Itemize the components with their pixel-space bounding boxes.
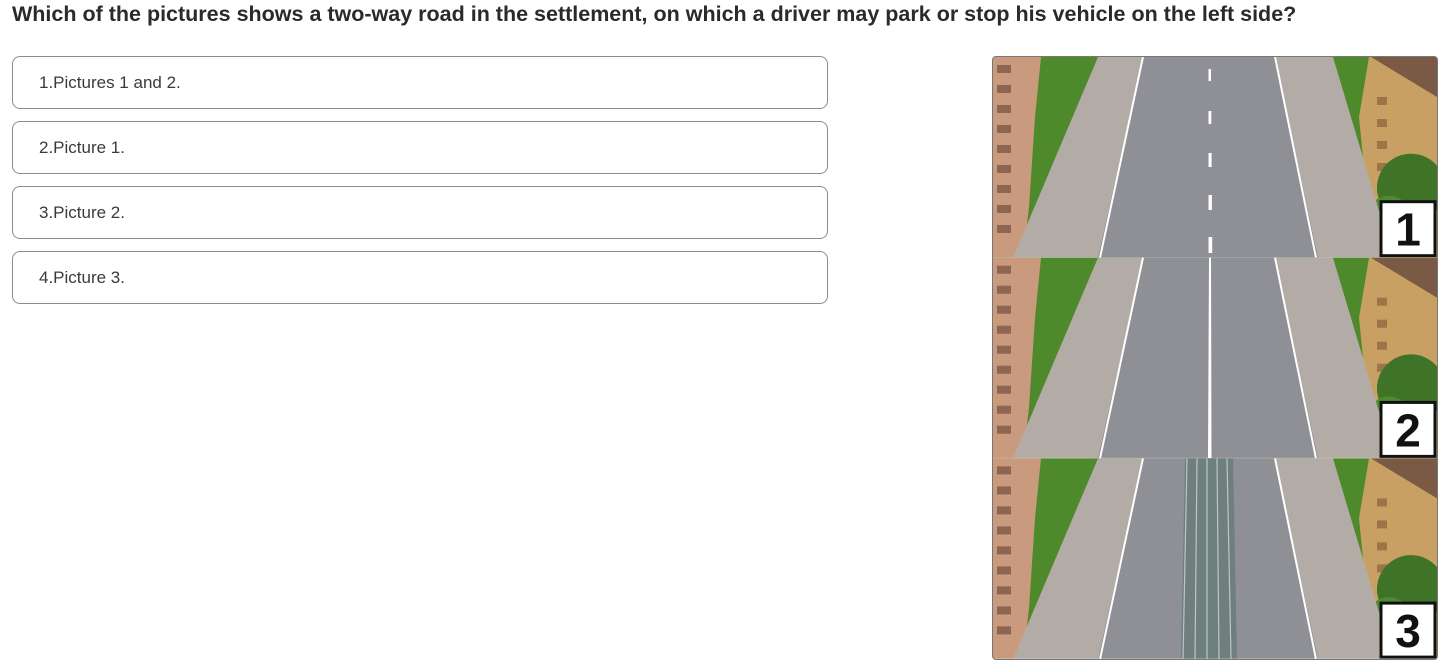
building-window [1377,319,1387,328]
building-window [997,105,1011,113]
answer-option-3[interactable]: 3.Picture 2. [12,186,828,239]
building-window [997,526,1011,535]
building-window [997,85,1011,93]
center-dash [1208,111,1212,124]
panel-number-label: 3 [1395,605,1421,657]
building-window [1377,498,1387,507]
building-window [997,365,1011,374]
building-window [997,405,1011,414]
center-dash [1208,153,1212,167]
panel-number-label: 1 [1395,204,1421,256]
road-panel-2: 2 [993,257,1437,459]
road-illustration-svg: 1 2 3 [993,57,1437,659]
answer-list: 1.Pictures 1 and 2. 2.Picture 1. 3.Pictu… [12,56,828,316]
building-window [997,225,1011,233]
building-window [997,385,1011,394]
building-window [997,325,1011,334]
center-dash [1208,69,1211,81]
road-panel-1: 1 [993,57,1437,259]
building-window [997,125,1011,133]
center-dash [1208,195,1212,210]
question-text: Which of the pictures shows a two-way ro… [12,2,1297,26]
building-window [1377,97,1387,105]
building-window [997,65,1011,73]
building-window [997,506,1011,515]
building-window [997,165,1011,173]
building-window [997,425,1011,434]
building-window [1377,297,1387,306]
building-window [997,626,1011,635]
building-window [997,466,1011,475]
building-window [997,145,1011,153]
building-window [997,586,1011,595]
building-window [997,345,1011,354]
building-window [997,305,1011,314]
building-window [997,606,1011,615]
building-window [997,185,1011,193]
building-window [1377,520,1387,529]
building-window [997,205,1011,213]
building-window [1377,542,1387,551]
building-window [997,285,1011,294]
answer-option-1[interactable]: 1.Pictures 1 and 2. [12,56,828,109]
road-illustration: 1 2 3 [992,56,1438,660]
answer-option-4[interactable]: 4.Picture 3. [12,251,828,304]
building-window [1377,119,1387,127]
answer-option-2[interactable]: 2.Picture 1. [12,121,828,174]
building-window [1377,341,1387,350]
building-window [1377,141,1387,149]
building-window [997,566,1011,575]
center-dash [1208,237,1213,253]
building-window [997,265,1011,274]
building-window [997,486,1011,495]
road-panel-3: 3 [993,458,1437,659]
building-window [997,546,1011,555]
panel-number-label: 2 [1395,404,1421,456]
